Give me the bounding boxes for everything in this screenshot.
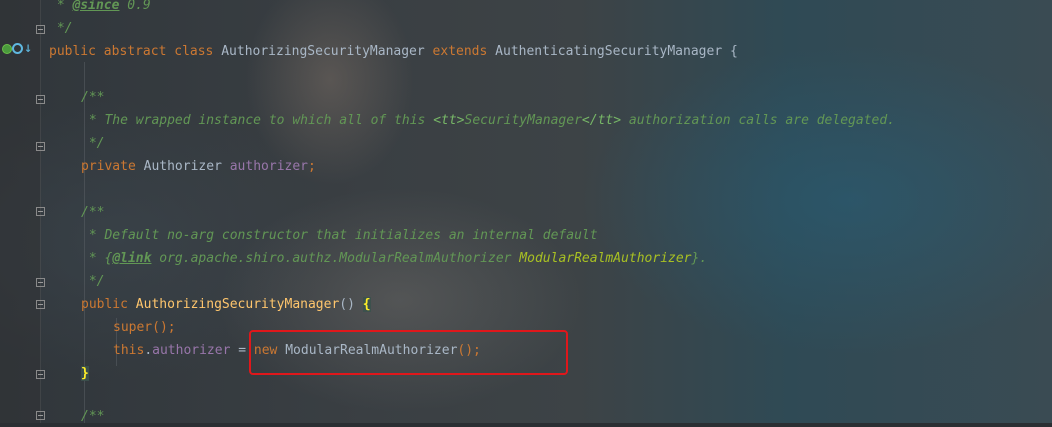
doc-text: */: [49, 21, 73, 36]
doc-tag-link: @link: [112, 251, 152, 266]
semicolon: ;: [308, 159, 316, 174]
dot: .: [144, 343, 153, 358]
annotation-highlight-box: [249, 330, 568, 375]
fold-marker[interactable]: [36, 95, 45, 104]
type-name: Authorizer: [143, 159, 222, 174]
code-line-doc-close[interactable]: */: [81, 134, 105, 154]
code-line-field-declaration[interactable]: private Authorizer authorizer;: [81, 157, 316, 177]
fold-marker[interactable]: [36, 411, 45, 420]
doc-star: *: [49, 0, 73, 13]
code-line-doc-open[interactable]: /**: [81, 407, 104, 427]
keyword: class: [174, 44, 214, 59]
code-line-doc-wrapped[interactable]: * The wrapped instance to which all of t…: [81, 111, 895, 131]
doc-text: authorization calls are delegated.: [621, 113, 895, 128]
parens: (): [339, 297, 363, 312]
doc-markup: <tt>: [433, 113, 465, 128]
code-line-constructor[interactable]: public AuthorizingSecurityManager() {: [81, 295, 371, 315]
doc-text: }.: [691, 251, 708, 266]
keyword: private: [81, 159, 136, 174]
keyword: public: [81, 297, 128, 312]
code-line-doc-open[interactable]: /**: [81, 203, 104, 223]
arrow-down-icon[interactable]: ↓: [24, 40, 32, 56]
fold-marker[interactable]: [36, 142, 45, 151]
field-name: authorizer: [152, 343, 231, 358]
code-line-since[interactable]: * @since 0.9: [49, 0, 151, 16]
doc-tag-since: @since: [72, 0, 120, 13]
doc-link-label: ModularRealmAuthorizer: [511, 251, 692, 266]
doc-text: * {: [81, 251, 113, 266]
doc-text: * Default no-arg constructor that initia…: [81, 228, 598, 243]
class-name: AuthorizingSecurityManager: [221, 44, 425, 59]
keyword: this: [113, 343, 145, 358]
doc-text: */: [81, 136, 105, 151]
keyword: public: [49, 44, 96, 59]
editor-gutter: [0, 0, 40, 423]
field-name: authorizer: [229, 159, 309, 174]
doc-text: /**: [81, 90, 105, 105]
code-line-close-brace[interactable]: }: [81, 364, 89, 384]
doc-text: */: [81, 274, 105, 289]
call-parens: ();: [152, 320, 176, 335]
doc-text: /**: [81, 409, 105, 424]
doc-text: * The wrapped instance to which all of t…: [81, 113, 434, 128]
code-line-doc-open[interactable]: /**: [81, 88, 104, 108]
doc-text: SecurityManager: [464, 113, 582, 128]
fold-marker[interactable]: [36, 300, 45, 309]
code-line-doc-link[interactable]: * {@link org.apache.shiro.authz.ModularR…: [81, 249, 707, 269]
fold-marker[interactable]: [36, 278, 45, 287]
fold-marker[interactable]: [36, 207, 45, 216]
code-line-doc-default[interactable]: * Default no-arg constructor that initia…: [81, 226, 598, 246]
fold-marker[interactable]: [36, 25, 45, 34]
code-line-doc-close[interactable]: */: [49, 19, 73, 39]
brace-highlight: {: [362, 297, 371, 312]
constructor-name: AuthorizingSecurityManager: [135, 297, 340, 312]
doc-reference: org.apache.shiro.authz.ModularRealmAutho…: [151, 251, 512, 266]
brace: {: [729, 44, 738, 59]
keyword: extends: [432, 44, 488, 59]
doc-text: 0.9: [119, 0, 151, 13]
doc-markup: </tt>: [581, 113, 622, 128]
fold-marker[interactable]: [36, 370, 45, 379]
keyword: abstract: [103, 44, 167, 59]
code-line-doc-close[interactable]: */: [81, 272, 105, 292]
brace-highlight: }: [81, 366, 89, 381]
doc-text: /**: [81, 205, 105, 220]
code-line-super-call[interactable]: super();: [113, 318, 176, 338]
code-line-class-declaration[interactable]: public abstract class AuthorizingSecurit…: [49, 42, 738, 62]
keyword: super: [113, 320, 153, 335]
parent-class-name: AuthenticatingSecurityManager: [495, 44, 723, 59]
implementation-icon[interactable]: [12, 43, 23, 54]
run-icon[interactable]: [2, 44, 12, 54]
